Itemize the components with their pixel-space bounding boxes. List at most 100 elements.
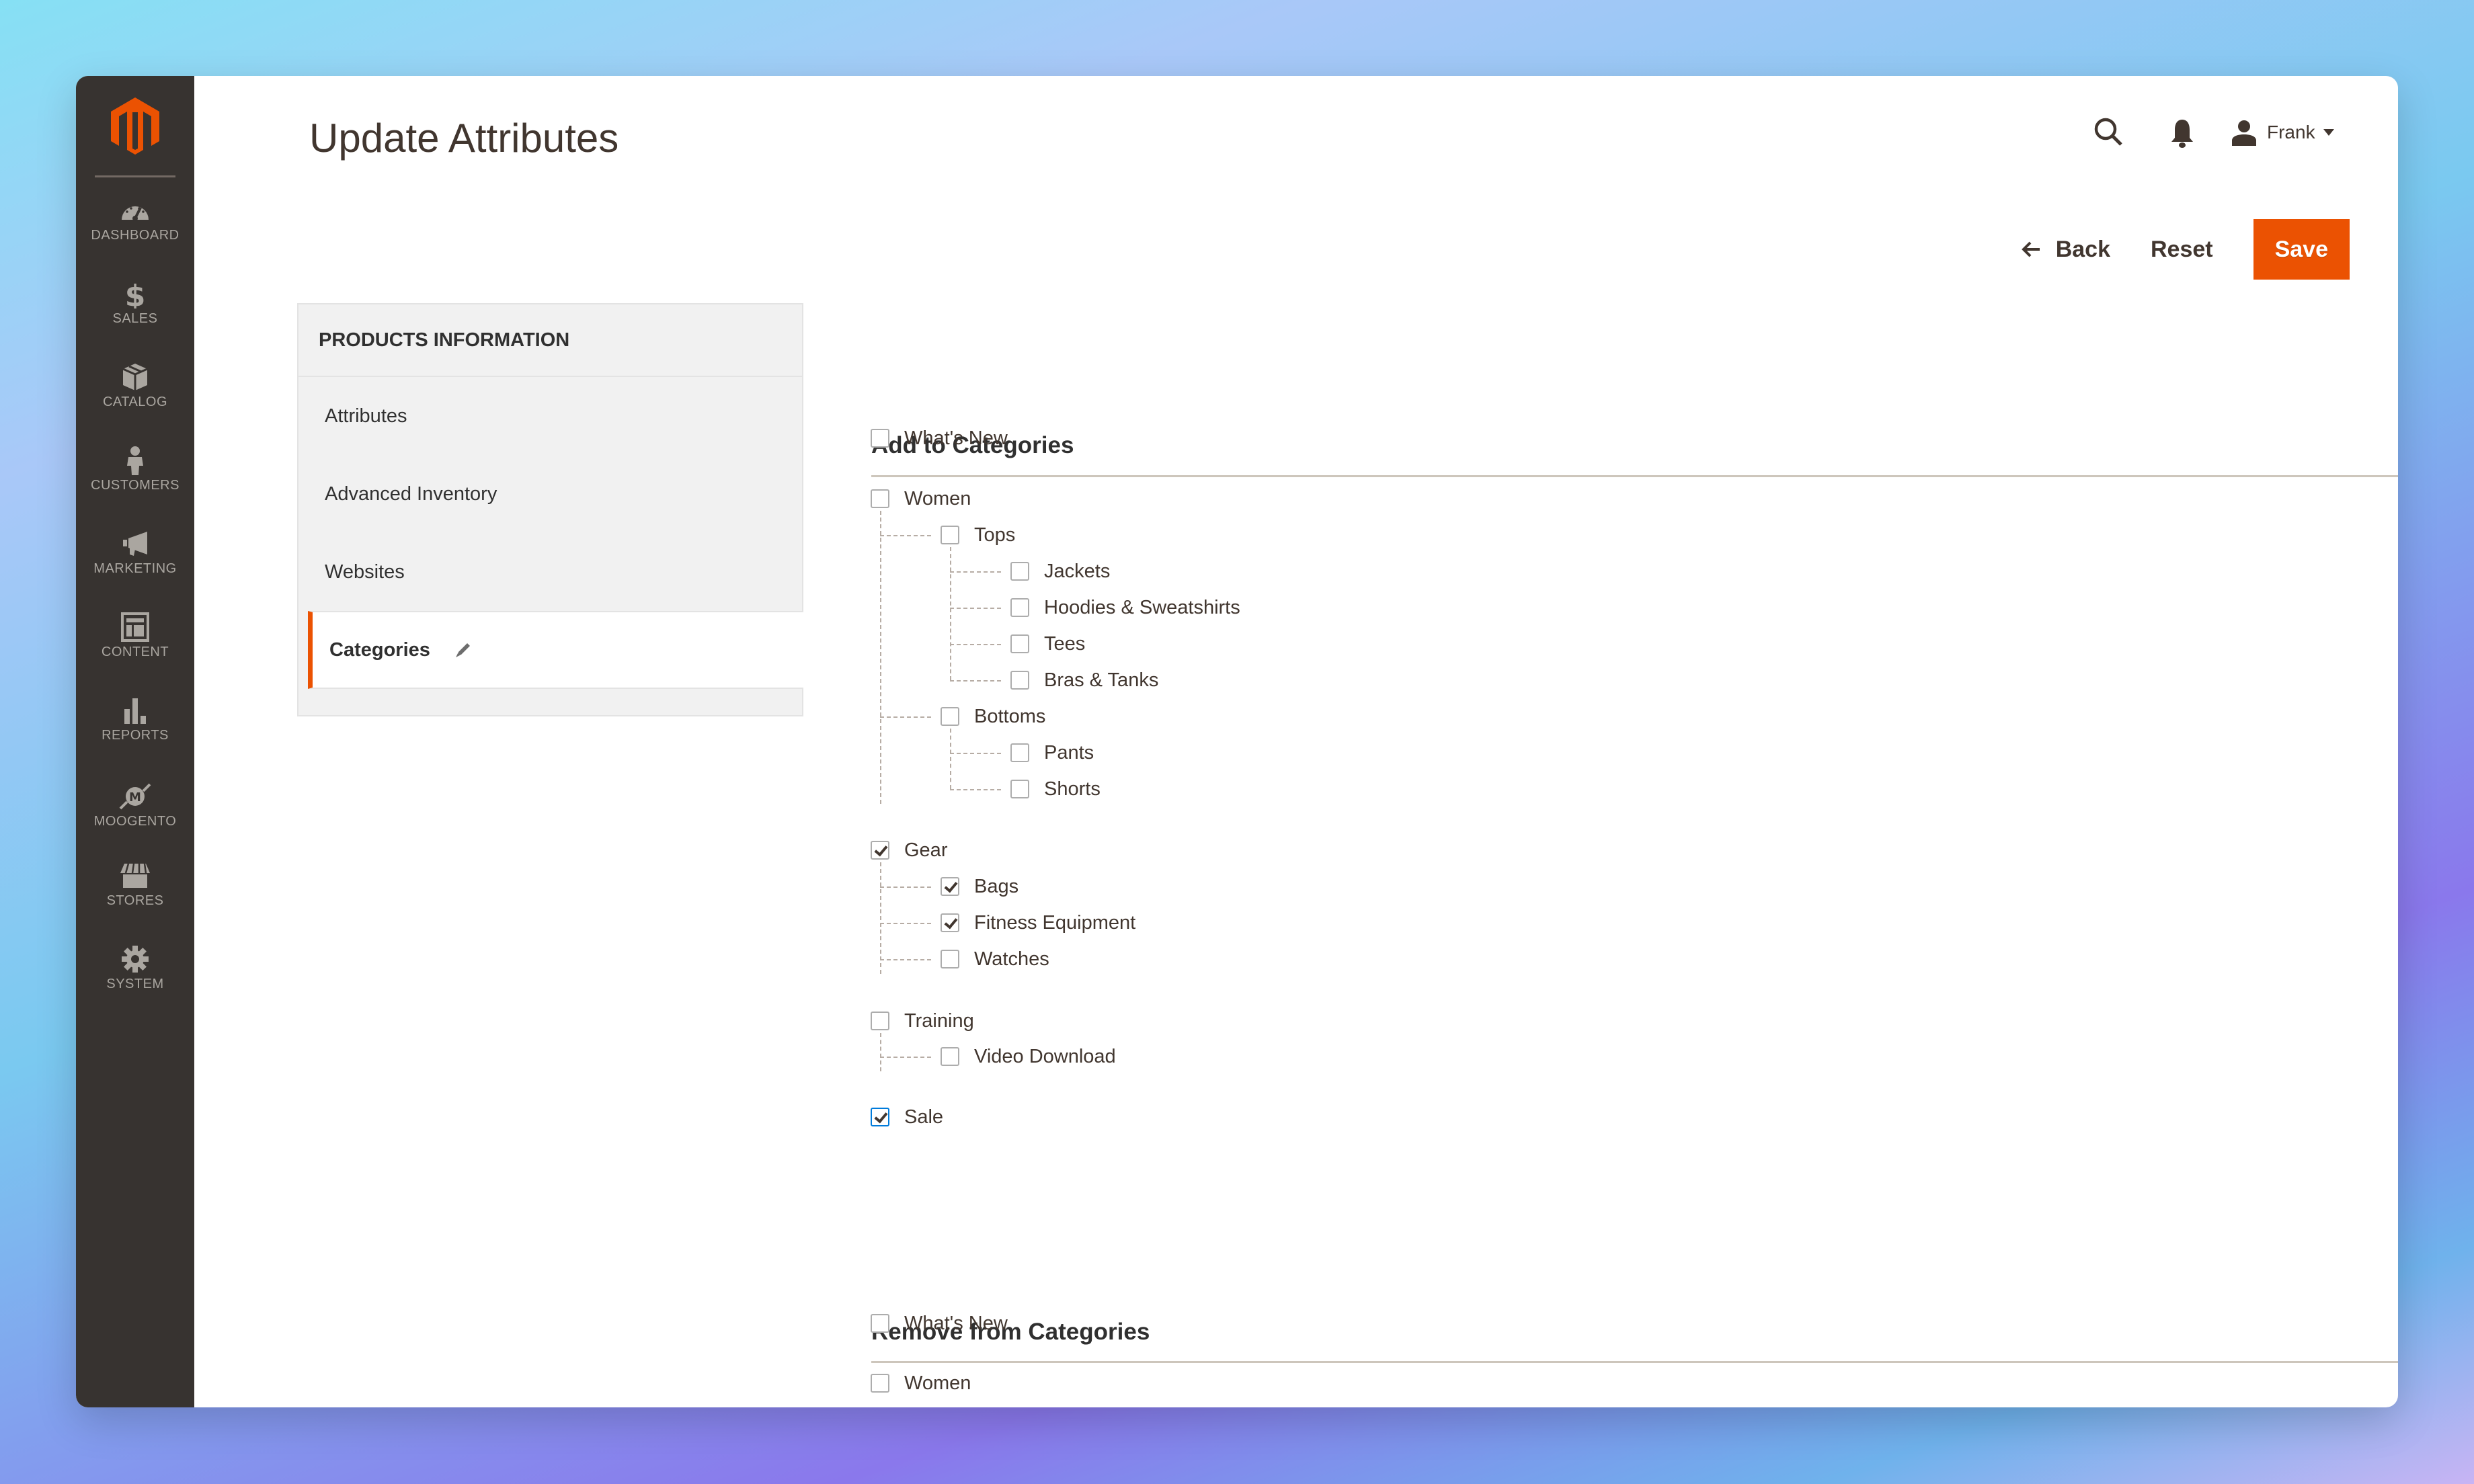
sidebar-item-moogento[interactable]: M Moogento (76, 782, 194, 829)
tree-connector (880, 1033, 881, 1071)
category-checkbox[interactable] (871, 1108, 889, 1126)
tree-connector (880, 862, 881, 974)
tree-connector (950, 644, 1001, 645)
svg-text:$: $ (125, 279, 146, 308)
storefront-icon (120, 863, 150, 888)
pencil-icon (455, 643, 470, 657)
category-tree-item[interactable]: Training (871, 1007, 974, 1034)
category-label: Bottoms (974, 705, 1046, 727)
category-checkbox[interactable] (871, 489, 889, 508)
category-tree-item[interactable]: Tops (941, 522, 1015, 548)
category-tree-item[interactable]: Video Download (941, 1043, 1116, 1070)
category-checkbox[interactable] (871, 841, 889, 860)
category-label: Tops (974, 524, 1016, 546)
category-label: Fitness Equipment (974, 911, 1136, 934)
category-tree-item[interactable]: Gear (871, 837, 947, 864)
category-checkbox[interactable] (1010, 780, 1029, 798)
category-label: Bags (974, 875, 1019, 897)
category-tree-item[interactable]: Bottoms (941, 703, 1045, 730)
sidebar-item-system[interactable]: System (76, 944, 194, 992)
tree-connector (880, 511, 881, 804)
category-tree-item[interactable]: Tees (1010, 630, 1085, 657)
tabs-heading: PRODUCTS INFORMATION (298, 304, 802, 377)
section-divider (871, 1361, 2398, 1363)
category-checkbox[interactable] (871, 1314, 889, 1333)
category-checkbox[interactable] (941, 1047, 959, 1066)
tree-connector (950, 729, 951, 789)
tab-attributes[interactable]: Attributes (298, 377, 802, 455)
category-label: Video Download (974, 1045, 1116, 1067)
box-icon (122, 364, 148, 390)
category-tree-item[interactable]: Fitness Equipment (941, 909, 1135, 936)
sidebar-item-reports[interactable]: Reports (76, 696, 194, 743)
category-checkbox[interactable] (941, 877, 959, 896)
main-area: Update Attributes Frank Back Reset Save … (194, 76, 2398, 1407)
category-tree-item[interactable]: Women (871, 1370, 971, 1397)
tab-label: Categories (329, 638, 430, 661)
tree-connector (880, 923, 931, 924)
person-icon (127, 446, 143, 475)
sidebar-item-label: Content (101, 645, 169, 659)
category-tree-item[interactable]: Women (871, 485, 971, 512)
tree-connector (880, 959, 931, 960)
category-label: Women (904, 1372, 971, 1394)
sidebar-item-label: Moogento (93, 814, 177, 829)
category-checkbox[interactable] (941, 950, 959, 968)
category-checkbox[interactable] (871, 1374, 889, 1393)
category-checkbox[interactable] (1010, 598, 1029, 617)
tab-advanced-inventory[interactable]: Advanced Inventory (298, 455, 802, 533)
page-title: Update Attributes (309, 116, 619, 161)
admin-sidebar: Dashboard $ Sales Catalog Customers Mark… (76, 76, 194, 1407)
category-checkbox[interactable] (871, 1012, 889, 1030)
categories-content: Add to Categories What's New Women Tops Jac… (871, 76, 2398, 1407)
category-checkbox[interactable] (941, 526, 959, 544)
tab-categories[interactable]: Categories (308, 611, 803, 689)
category-tree-item[interactable]: Hoodies & Sweatshirts (1010, 594, 1240, 621)
tab-websites[interactable]: Websites (298, 533, 802, 611)
sidebar-item-label: Dashboard (91, 228, 179, 243)
sidebar-item-label: Sales (112, 311, 158, 326)
category-tree-item[interactable]: Bras & Tanks (1010, 667, 1158, 694)
magento-logo-icon[interactable] (108, 96, 162, 157)
category-checkbox[interactable] (941, 913, 959, 932)
category-checkbox[interactable] (1010, 743, 1029, 762)
category-tree-item[interactable]: Bags (941, 873, 1019, 900)
category-checkbox[interactable] (941, 707, 959, 726)
tab-label: Websites (325, 561, 405, 583)
tree-connector (950, 608, 1001, 609)
tree-connector (950, 680, 1001, 682)
sidebar-item-catalog[interactable]: Catalog (76, 362, 194, 410)
category-label: What's New (904, 427, 1008, 449)
sidebar-item-stores[interactable]: Stores (76, 861, 194, 909)
category-checkbox[interactable] (1010, 671, 1029, 690)
category-checkbox[interactable] (871, 429, 889, 448)
layout-icon (121, 612, 149, 642)
category-tree-item[interactable]: Pants (1010, 739, 1094, 766)
category-tree-item[interactable]: What's New (871, 1310, 1008, 1337)
category-checkbox[interactable] (1010, 634, 1029, 653)
sidebar-item-dashboard[interactable]: Dashboard (76, 196, 194, 243)
category-label: Jackets (1044, 560, 1111, 582)
category-tree-item[interactable]: Shorts (1010, 776, 1101, 802)
category-checkbox[interactable] (1010, 562, 1029, 581)
category-label: What's New (904, 1312, 1008, 1334)
category-tree-item[interactable]: Watches (941, 946, 1049, 973)
sidebar-item-content[interactable]: Content (76, 612, 194, 660)
sidebar-item-marketing[interactable]: Marketing (76, 529, 194, 577)
tree-connector (950, 789, 1001, 790)
megaphone-icon (123, 532, 147, 556)
category-tree-item[interactable]: Sale (871, 1104, 943, 1130)
tab-label: Attributes (325, 405, 407, 427)
section-divider (871, 475, 2398, 477)
sidebar-item-sales[interactable]: $ Sales (76, 279, 194, 327)
tree-connector (950, 753, 1001, 754)
tree-connector (880, 887, 931, 888)
category-tree-item[interactable]: What's New (871, 425, 1008, 452)
sidebar-item-label: Stores (106, 893, 164, 908)
sidebar-item-label: Catalog (102, 395, 168, 409)
category-label: Hoodies & Sweatshirts (1044, 596, 1240, 618)
category-tree-item[interactable]: Jackets (1010, 558, 1110, 585)
category-label: Women (904, 487, 971, 509)
sidebar-item-customers[interactable]: Customers (76, 446, 194, 493)
sidebar-item-label: Marketing (93, 561, 177, 576)
